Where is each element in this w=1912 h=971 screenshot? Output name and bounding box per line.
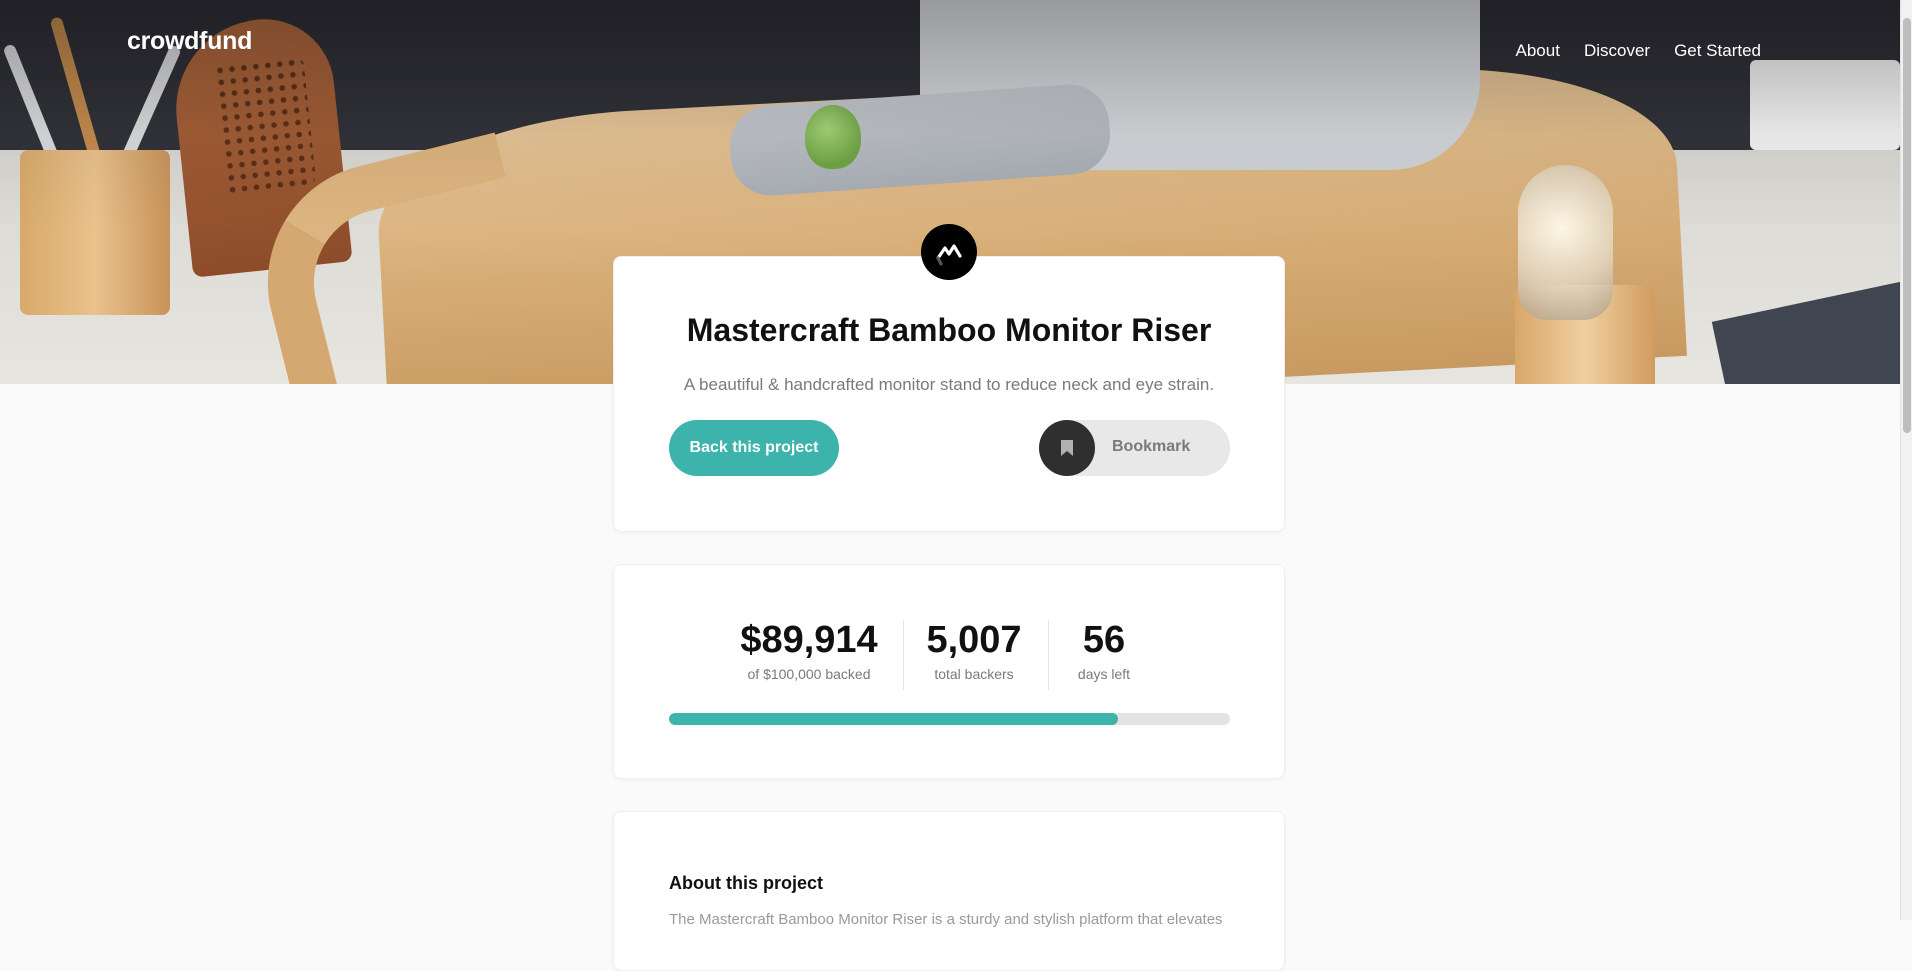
stat-backed: $89,914 of $100,000 backed: [739, 619, 879, 682]
bookmark-icon-svg: [1061, 440, 1073, 456]
nav-discover[interactable]: Discover: [1584, 41, 1650, 61]
stat-divider: [1048, 620, 1049, 690]
days-left-count: 56: [1082, 619, 1126, 661]
scrollbar-thumb[interactable]: [1903, 18, 1911, 433]
stat-divider: [903, 620, 904, 690]
backed-label: of $100,000 backed: [747, 665, 871, 682]
nav-about[interactable]: About: [1516, 41, 1560, 61]
back-project-button[interactable]: Back this project: [669, 420, 839, 476]
bookmark-icon: [1039, 420, 1095, 476]
page-scrollbar[interactable]: [1900, 0, 1912, 920]
stat-backers: 5,007 total backers: [924, 619, 1024, 682]
project-title: Mastercraft Bamboo Monitor Riser: [686, 312, 1212, 348]
project-card: Mastercraft Bamboo Monitor Riser A beaut…: [613, 256, 1285, 532]
days-left-label: days left: [1077, 665, 1131, 682]
main-nav: About Discover Get Started: [1516, 41, 1762, 61]
project-subtitle: A beautiful & handcrafted monitor stand …: [683, 375, 1215, 394]
backers-label: total backers: [934, 665, 1014, 682]
funding-progress-bar: [669, 713, 1230, 725]
site-logo[interactable]: crowdfund: [127, 27, 252, 56]
funding-progress-fill: [669, 713, 1118, 725]
about-card: About this project The Mastercraft Bambo…: [613, 811, 1285, 971]
mastercraft-logo-icon-svg: [936, 244, 962, 266]
stats-card: $89,914 of $100,000 backed 5,007 total b…: [613, 564, 1285, 779]
backers-count: 5,007: [926, 619, 1022, 661]
mastercraft-logo-icon: [921, 224, 977, 280]
bookmark-label: Bookmark: [1112, 438, 1191, 455]
about-title: About this project: [669, 873, 823, 893]
stat-days-left: 56 days left: [1069, 619, 1139, 682]
backed-amount: $89,914: [740, 619, 878, 661]
nav-get-started[interactable]: Get Started: [1674, 41, 1761, 61]
bookmark-button[interactable]: Bookmark: [1039, 420, 1230, 476]
